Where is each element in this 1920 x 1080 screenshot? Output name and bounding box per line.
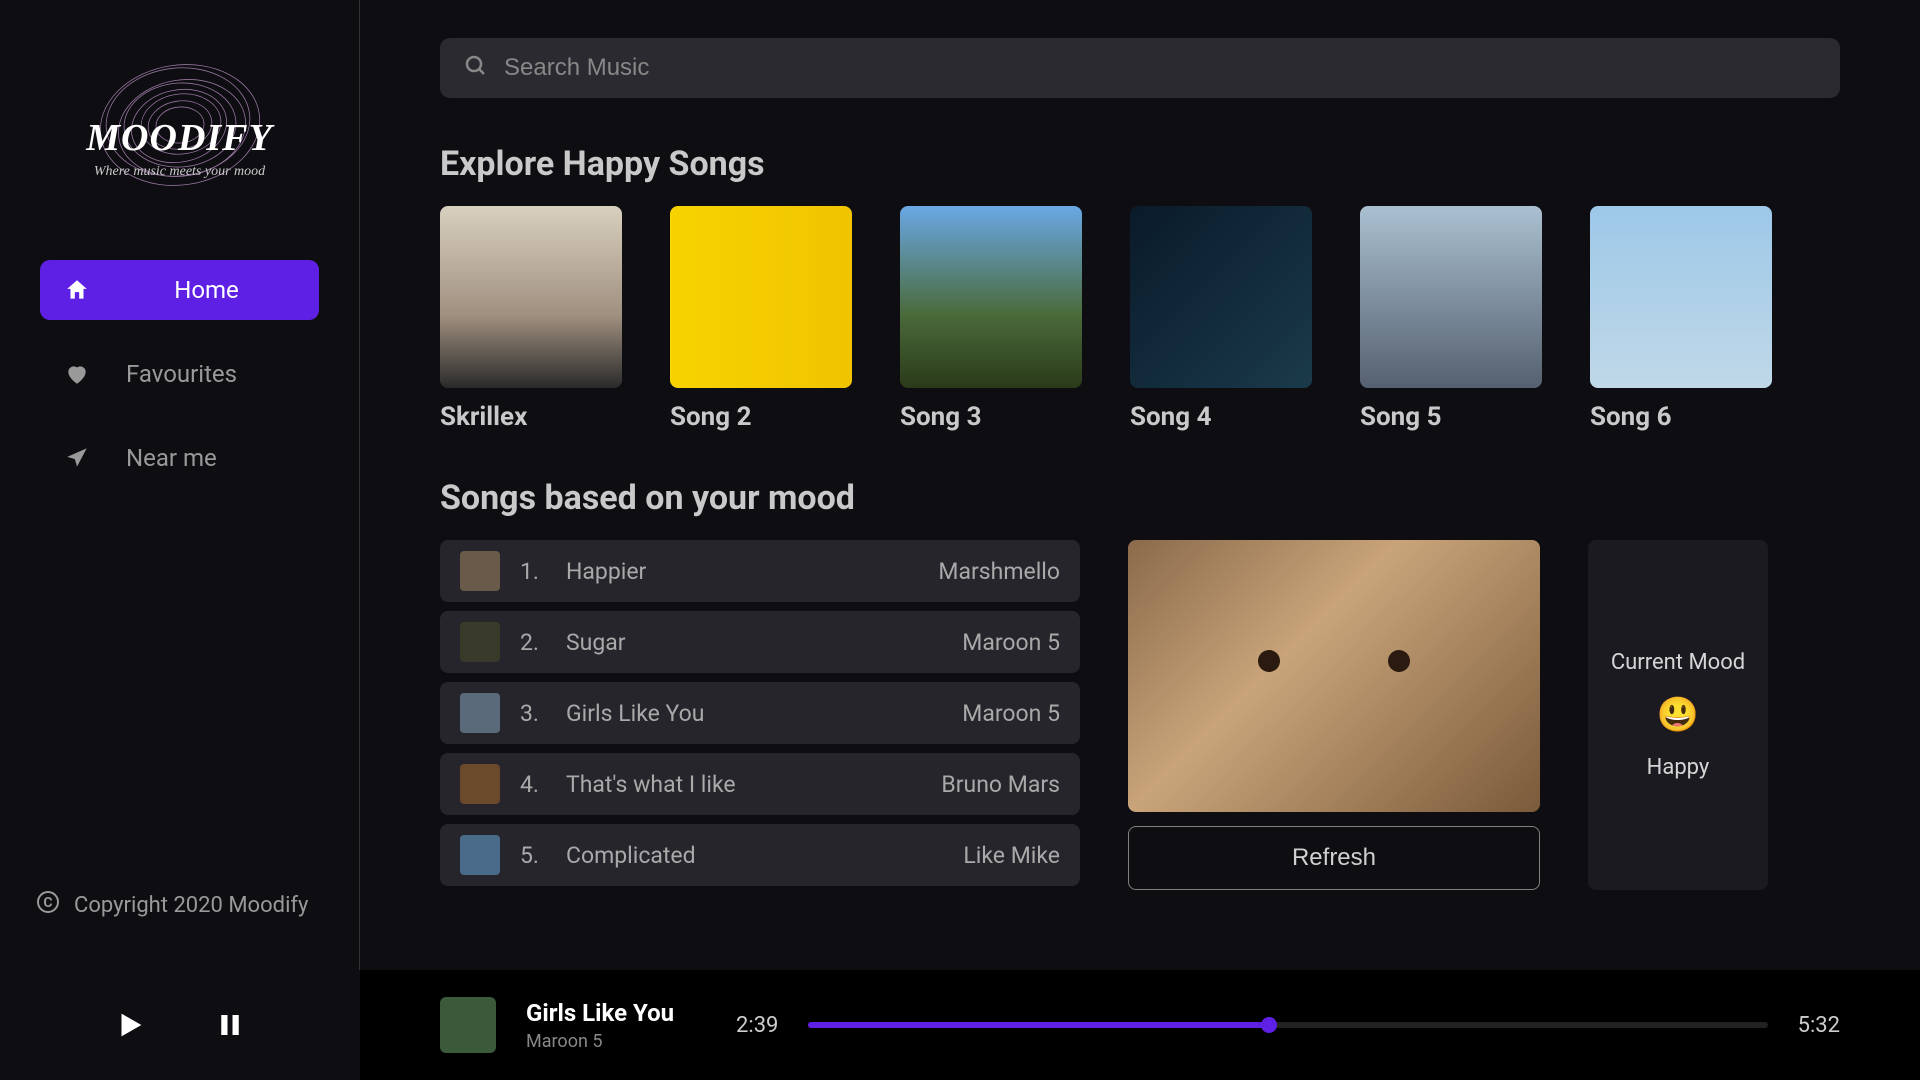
copyright-text: Copyright 2020 Moodify — [74, 893, 308, 918]
song-artist: Marshmello — [938, 558, 1060, 585]
copyright-icon: C — [36, 890, 60, 920]
now-playing-art — [440, 997, 496, 1053]
play-button[interactable] — [110, 1005, 150, 1045]
sidebar-item-near-me[interactable]: Near me — [40, 428, 319, 488]
current-mood-label: Current Mood — [1611, 650, 1745, 675]
mood-center: Refresh — [1128, 540, 1540, 890]
progress-fill — [808, 1022, 1268, 1028]
card-title: Song 3 — [900, 402, 1082, 432]
card-title: Song 5 — [1360, 402, 1542, 432]
sidebar-item-favourites[interactable]: Favourites — [40, 344, 319, 404]
song-item[interactable]: 5. Complicated Like Mike — [440, 824, 1080, 886]
card-art — [1360, 206, 1542, 388]
refresh-button[interactable]: Refresh — [1128, 826, 1540, 890]
card-art — [1590, 206, 1772, 388]
main-content: Explore Happy Songs Skrillex Song 2 Song… — [360, 0, 1920, 970]
mood-name: Happy — [1647, 755, 1710, 780]
song-artist: Maroon 5 — [962, 700, 1060, 727]
song-number: 2. — [520, 629, 546, 656]
explore-card[interactable]: Song 4 — [1130, 206, 1312, 432]
song-artist: Maroon 5 — [962, 629, 1060, 656]
song-number: 3. — [520, 700, 546, 727]
song-name: Girls Like You — [566, 700, 942, 727]
now-playing-title: Girls Like You — [526, 999, 706, 1027]
song-item[interactable]: 2. Sugar Maroon 5 — [440, 611, 1080, 673]
mood-face-image — [1128, 540, 1540, 812]
current-time: 2:39 — [736, 1013, 778, 1038]
song-item[interactable]: 1. Happier Marshmello — [440, 540, 1080, 602]
mood-emoji-icon: 😃 — [1657, 695, 1699, 735]
song-thumb — [460, 835, 500, 875]
card-art — [1130, 206, 1312, 388]
song-number: 4. — [520, 771, 546, 798]
song-name: That's what I like — [566, 771, 921, 798]
song-artist: Like Mike — [963, 842, 1060, 869]
song-list: 1. Happier Marshmello 2. Sugar Maroon 5 3. Gi… — [440, 540, 1080, 890]
song-name: Sugar — [566, 629, 942, 656]
logo: MOODIFY Where music meets your mood — [0, 20, 359, 260]
card-title: Song 2 — [670, 402, 852, 432]
home-icon — [64, 277, 90, 303]
now-playing-artist: Maroon 5 — [526, 1031, 706, 1052]
pause-button[interactable] — [210, 1005, 250, 1045]
mood-panel: Current Mood 😃 Happy — [1588, 540, 1768, 890]
mood-row: 1. Happier Marshmello 2. Sugar Maroon 5 3. Gi… — [440, 540, 1840, 890]
now-playing-meta: Girls Like You Maroon 5 — [526, 999, 706, 1052]
explore-card[interactable]: Song 3 — [900, 206, 1082, 432]
song-name: Complicated — [566, 842, 943, 869]
song-number: 5. — [520, 842, 546, 869]
card-art — [900, 206, 1082, 388]
player-bar: Girls Like You Maroon 5 2:39 5:32 — [360, 970, 1920, 1080]
card-title: Song 4 — [1130, 402, 1312, 432]
nav: Home Favourites Near me — [0, 260, 359, 512]
explore-card[interactable]: Song 5 — [1360, 206, 1542, 432]
song-thumb — [460, 693, 500, 733]
song-number: 1. — [520, 558, 546, 585]
playback-controls — [0, 970, 360, 1080]
explore-row: Skrillex Song 2 Song 3 Song 4 Song 5 Son… — [440, 206, 1840, 432]
location-arrow-icon — [64, 445, 90, 471]
sidebar: MOODIFY Where music meets your mood Home… — [0, 0, 360, 970]
explore-card[interactable]: Skrillex — [440, 206, 622, 432]
explore-card[interactable]: Song 2 — [670, 206, 852, 432]
search-icon — [464, 54, 488, 82]
brand-name: MOODIFY — [86, 116, 272, 160]
brand-tagline: Where music meets your mood — [94, 164, 265, 180]
song-item[interactable]: 4. That's what I like Bruno Mars — [440, 753, 1080, 815]
sidebar-item-label: Near me — [118, 444, 295, 472]
search-bar[interactable] — [440, 38, 1840, 98]
card-title: Song 6 — [1590, 402, 1772, 432]
song-thumb — [460, 622, 500, 662]
card-art — [440, 206, 622, 388]
explore-card[interactable]: Song 6 — [1590, 206, 1772, 432]
song-artist: Bruno Mars — [941, 771, 1060, 798]
song-name: Happier — [566, 558, 918, 585]
mood-heading: Songs based on your mood — [440, 478, 1840, 518]
svg-text:C: C — [43, 895, 52, 911]
progress-bar[interactable] — [808, 1022, 1767, 1028]
sidebar-item-label: Home — [118, 276, 295, 304]
card-art — [670, 206, 852, 388]
song-thumb — [460, 551, 500, 591]
total-time: 5:32 — [1798, 1013, 1840, 1038]
sidebar-item-label: Favourites — [118, 360, 295, 388]
song-thumb — [460, 764, 500, 804]
heart-icon — [64, 361, 90, 387]
explore-heading: Explore Happy Songs — [440, 144, 1840, 184]
copyright: C Copyright 2020 Moodify — [0, 890, 359, 950]
song-item[interactable]: 3. Girls Like You Maroon 5 — [440, 682, 1080, 744]
sidebar-item-home[interactable]: Home — [40, 260, 319, 320]
progress-knob[interactable] — [1261, 1017, 1277, 1033]
search-input[interactable] — [504, 54, 1816, 82]
card-title: Skrillex — [440, 402, 622, 432]
